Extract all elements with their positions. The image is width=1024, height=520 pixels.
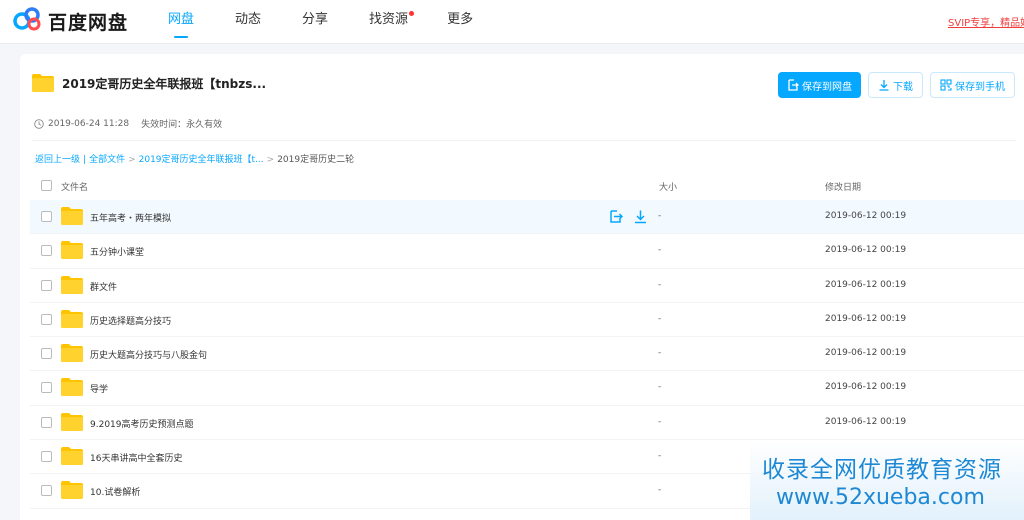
share-meta: 2019-06-24 11:28 失效时间： 永久有效	[34, 117, 222, 130]
folder-icon	[61, 378, 83, 397]
row-checkbox[interactable]	[41, 211, 52, 222]
row-checkbox[interactable]	[41, 313, 52, 325]
save-to-disk-button[interactable]: 保存到网盘	[778, 72, 861, 98]
file-name[interactable]: 9.2019高考历史预测点题	[90, 417, 194, 430]
folder-icon	[61, 481, 83, 500]
file-name[interactable]: 五年高考・两年模拟	[90, 211, 171, 224]
file-modified-date: 2019-06-12 00:19	[825, 245, 907, 256]
share-header: 2019定哥历史全年联报班【tnbzs...	[32, 74, 266, 92]
file-size: -	[658, 348, 662, 359]
app-logo[interactable]: 百度网盘	[12, 6, 128, 36]
clock-icon	[34, 118, 44, 129]
download-icon[interactable]	[633, 209, 648, 224]
download-icon	[879, 80, 889, 91]
file-name[interactable]: 群文件	[90, 280, 117, 293]
file-modified-date: 2019-06-12 00:19	[825, 416, 907, 427]
breadcrumb-back-link[interactable]: 返回上一级	[35, 155, 80, 165]
share-actions: 保存到网盘 下载 保存到手机	[778, 72, 1022, 98]
nav-item-find-resources[interactable]: 找资源	[369, 0, 415, 44]
table-header: 文件名 大小 修改日期	[30, 172, 1024, 200]
breadcrumb-parent-folder[interactable]: 2019定哥历史全年联报班【t...	[139, 155, 264, 165]
divider	[32, 140, 1016, 141]
breadcrumb-current-folder: 2019定哥历史二轮	[277, 155, 355, 165]
file-size: -	[658, 279, 662, 290]
file-size: -	[658, 211, 662, 221]
folder-icon	[32, 74, 54, 92]
folder-icon	[61, 241, 83, 260]
select-all-checkbox[interactable]	[41, 180, 52, 191]
folder-icon	[61, 412, 83, 431]
row-checkbox[interactable]	[41, 279, 52, 291]
top-nav-bar: 百度网盘 网盘 动态 分享 找资源 更多 SVIP专享，精品好	[0, 0, 1024, 44]
file-name[interactable]: 导学	[90, 382, 108, 395]
file-name[interactable]: 历史大题高分技巧与八股金句	[90, 348, 207, 361]
breadcrumb: 返回上一级 | 全部文件 >2019定哥历史全年联报班【t... >2019定哥历史二轮	[35, 155, 355, 165]
folder-icon	[61, 344, 83, 363]
file-name[interactable]: 历史选择题高分技巧	[90, 314, 171, 327]
save-icon[interactable]	[608, 209, 623, 224]
watermark-url: www.52xueba.com	[776, 485, 985, 510]
main-nav: 网盘 动态 分享 找资源 更多	[160, 0, 473, 44]
nav-item-netdisk[interactable]: 网盘	[168, 0, 194, 44]
column-header-modified[interactable]: 修改日期	[825, 180, 861, 193]
nav-item-share[interactable]: 分享	[302, 0, 328, 44]
file-modified-date: 2019-06-12 00:19	[825, 211, 907, 221]
row-checkbox[interactable]	[41, 485, 52, 497]
folder-icon	[61, 447, 83, 466]
save-icon	[788, 79, 799, 91]
watermark-banner: 收录全网优质教育资源 www.52xueba.com	[750, 440, 1024, 520]
table-row[interactable]: 导学 - 2019-06-12 00:19	[30, 371, 1024, 406]
nav-item-activity[interactable]: 动态	[235, 0, 261, 44]
baidu-netdisk-logo-icon	[12, 6, 44, 36]
table-row[interactable]: 五年高考・两年模拟 - 2019-06-12 00:19	[30, 200, 1024, 235]
file-size: -	[658, 416, 662, 427]
notification-dot	[409, 11, 415, 16]
file-modified-date: 2019-06-12 00:19	[825, 382, 907, 393]
download-button[interactable]: 下载	[868, 72, 923, 98]
share-title: 2019定哥历史全年联报班【tnbzs...	[62, 76, 267, 91]
row-checkbox[interactable]	[41, 416, 52, 428]
svip-promo-link[interactable]: SVIP专享，精品好	[948, 14, 1024, 29]
file-modified-date: 2019-06-12 00:19	[825, 348, 907, 359]
table-row[interactable]: 历史大题高分技巧与八股金句 - 2019-06-12 00:19	[30, 337, 1024, 372]
row-checkbox[interactable]	[41, 382, 52, 394]
file-modified-date: 2019-06-12 00:19	[825, 279, 907, 290]
expiry-value: 永久有效	[186, 120, 223, 130]
row-checkbox[interactable]	[41, 348, 52, 360]
file-size: -	[658, 485, 662, 496]
nav-item-more[interactable]: 更多	[447, 0, 473, 44]
file-name[interactable]: 五分钟小课堂	[90, 245, 144, 258]
file-modified-date: 2019-06-12 00:19	[825, 313, 907, 324]
table-row[interactable]: 群文件 - 2019-06-12 00:19	[30, 269, 1024, 303]
folder-icon	[61, 309, 83, 328]
row-checkbox[interactable]	[41, 245, 52, 257]
phone-save-icon	[940, 79, 952, 91]
file-size: -	[658, 245, 662, 256]
column-header-name[interactable]: 文件名	[61, 180, 88, 193]
table-row[interactable]: 五分钟小课堂 - 2019-06-12 00:19	[30, 234, 1024, 269]
file-name[interactable]: 10.试卷解析	[90, 485, 140, 498]
file-size: -	[658, 313, 662, 324]
breadcrumb-all-files[interactable]: 全部文件	[89, 155, 125, 165]
column-header-size[interactable]: 大小	[659, 180, 677, 193]
expiry-label: 失效时间：	[141, 120, 187, 130]
file-name[interactable]: 16天串讲高中全套历史	[90, 451, 182, 464]
file-size: -	[658, 382, 662, 393]
table-row[interactable]: 历史选择题高分技巧 - 2019-06-12 00:19	[30, 303, 1024, 338]
share-created-time: 2019-06-24 11:28	[48, 118, 130, 129]
watermark-tagline: 收录全网优质教育资源	[762, 457, 1002, 483]
file-size: -	[658, 451, 662, 462]
row-actions	[608, 209, 658, 224]
row-checkbox[interactable]	[41, 451, 52, 463]
logo-text: 百度网盘	[48, 11, 129, 34]
save-to-phone-button[interactable]: 保存到手机	[930, 72, 1015, 98]
folder-icon	[61, 207, 83, 225]
folder-icon	[61, 275, 83, 294]
table-row[interactable]: 9.2019高考历史预测点题 - 2019-06-12 00:19	[30, 406, 1024, 441]
